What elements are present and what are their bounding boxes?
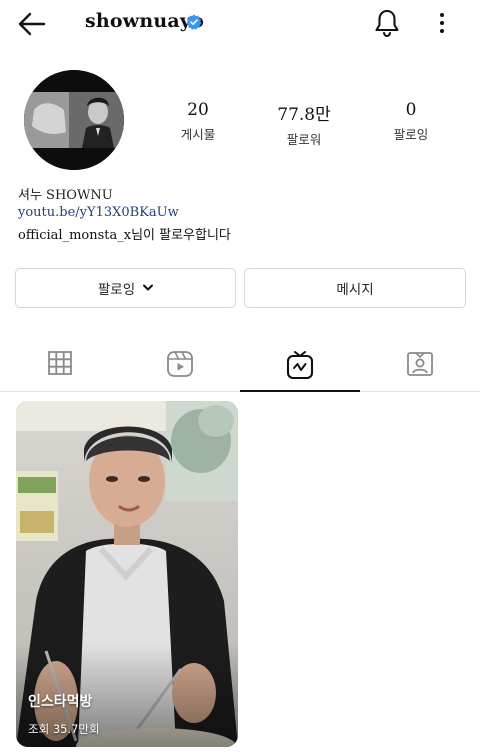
top-bar: shownuayo [0,0,480,50]
igtv-video-card[interactable]: 인스타먹방 조회 35.7만회 [16,401,238,747]
video-title: 인스타먹방 [28,694,93,710]
message-button[interactable]: 메시지 [244,268,466,308]
igtv-icon [286,351,314,380]
more-vertical-icon[interactable] [434,10,450,36]
stat-followers-label: 팔로워 [286,132,322,147]
tagged-icon [407,352,433,376]
following-button-label: 팔로잉 [97,282,136,298]
stat-following-label: 팔로잉 [393,127,429,142]
stat-following[interactable]: 0 팔로잉 [371,100,451,143]
tab-tagged[interactable] [360,340,480,392]
reels-icon [167,351,193,377]
grid-icon [48,351,72,375]
chevron-down-icon [143,284,154,291]
stat-posts-label: 게시물 [180,127,216,142]
profile-avatar[interactable] [24,70,124,170]
tab-reels[interactable] [120,340,240,392]
bio-link[interactable]: youtu.be/yY13X0BKaUw [18,205,179,220]
message-button-label: 메시지 [336,282,374,298]
bio-display-name: 셔누 SHOWNU [18,188,113,203]
stat-following-count: 0 [405,100,417,120]
profile-tabs [0,340,480,392]
verified-badge-icon [186,14,202,30]
back-arrow-icon[interactable] [16,10,48,38]
following-button[interactable]: 팔로잉 [15,268,236,308]
tab-igtv[interactable] [240,340,360,392]
tab-grid[interactable] [0,340,120,392]
bell-icon[interactable] [373,8,401,38]
video-view-count: 조회 35.7만회 [28,722,100,736]
stat-posts[interactable]: 20 게시물 [158,100,238,143]
stat-followers-count: 77.8만 [277,105,331,125]
followed-by-text[interactable]: official_monsta_x님이 팔로우합니다 [18,224,231,243]
stat-followers[interactable]: 77.8만 팔로워 [264,100,344,148]
stat-posts-count: 20 [187,100,209,120]
